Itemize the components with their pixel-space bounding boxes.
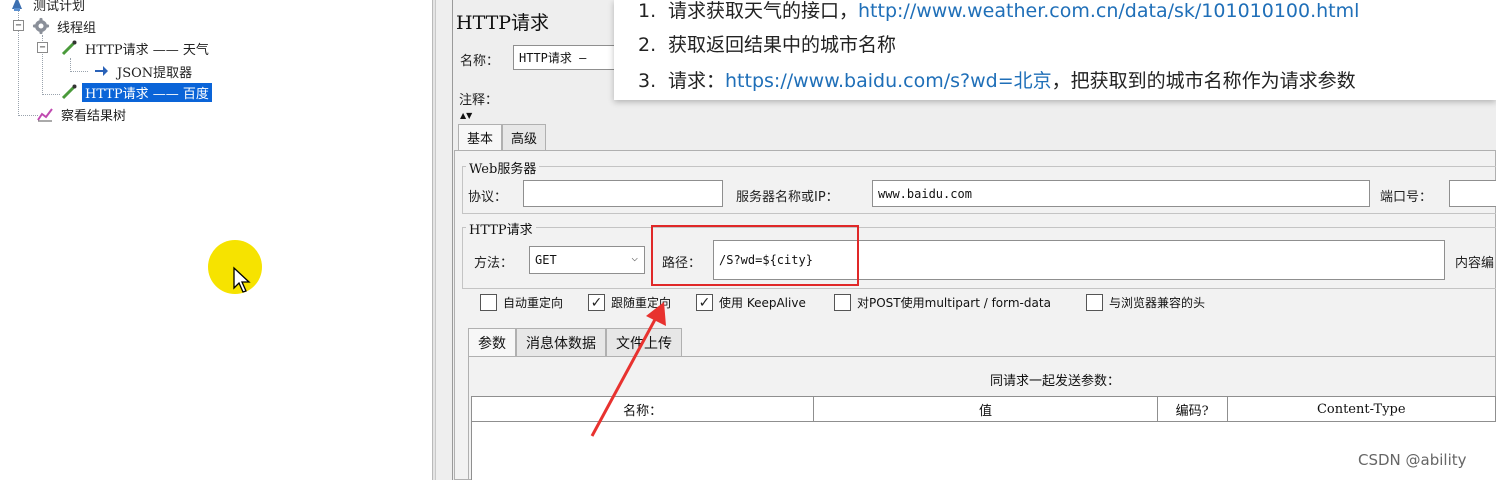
multipart-checkbox[interactable]: 对POST使用multipart / form-data — [834, 294, 1051, 311]
protocol-label: 协议： — [468, 190, 508, 205]
web-server-title: Web服务器 — [466, 158, 540, 177]
server-name-value: www.baidu.com — [878, 186, 972, 201]
port-field[interactable] — [1449, 180, 1496, 207]
baidu-search-link[interactable]: https://www.baidu.com/s?wd=北京 — [725, 70, 1052, 92]
tree-node-http-baidu[interactable]: HTTP请求 —— 百度 — [60, 82, 212, 102]
checkmark-icon: ✓ — [696, 294, 713, 311]
tab-basic[interactable]: 基本 — [458, 124, 503, 150]
method-select[interactable]: GET ⌵ — [529, 246, 645, 274]
params-table-title: 同请求一起发送参数： — [990, 374, 1121, 389]
port-label: 端口号： — [1380, 190, 1433, 205]
instruction-overlay: 1. 请求获取天气的接口，http://www.weather.com.cn/da… — [614, 0, 1496, 100]
checkbox-box — [1086, 294, 1103, 311]
pipette-icon — [61, 40, 77, 56]
tree-node-json-extractor[interactable]: JSON提取器 — [92, 61, 195, 81]
pipette-icon — [61, 84, 77, 100]
mouse-pointer-icon — [233, 266, 251, 293]
checkbox-box — [834, 294, 851, 311]
watermark: CSDN @ability — [1358, 451, 1467, 469]
tree-node-results-tree[interactable]: 察看结果树 — [36, 104, 129, 124]
collapse-arrows-icon[interactable]: ▲▼ — [460, 112, 472, 120]
path-highlight-box — [651, 225, 859, 286]
instruction-line-1: 1. 请求获取天气的接口，http://www.weather.com.cn/da… — [638, 0, 1360, 22]
tree-label-results-tree: 察看结果树 — [61, 108, 127, 124]
tree-connector — [70, 58, 71, 72]
tree-label-json-extractor: JSON提取器 — [117, 65, 193, 81]
instruction-line-3: 3. 请求：https://www.baidu.com/s?wd=北京，把获取到的… — [638, 70, 1356, 92]
http-request-group-title: HTTP请求 — [466, 219, 536, 238]
collapse-toggle-http-weather[interactable]: − — [37, 42, 48, 53]
collapse-toggle-thread-group[interactable]: − — [13, 20, 24, 31]
tab-advanced[interactable]: 高级 — [502, 124, 547, 150]
comment-label: 注释： — [459, 93, 499, 108]
browser-headers-checkbox[interactable]: 与浏览器兼容的头 — [1086, 294, 1205, 311]
column-header-content-type[interactable]: Content-Type — [1228, 397, 1495, 421]
name-field[interactable]: HTTP请求 — — [513, 45, 623, 70]
page-title: HTTP请求 — [456, 12, 550, 34]
content-encoding-label: 内容编 — [1455, 256, 1495, 271]
keepalive-checkbox[interactable]: ✓ 使用 KeepAlive — [696, 294, 806, 311]
tree-connector — [42, 94, 60, 95]
annotation-arrow-icon — [590, 302, 666, 437]
tree-node-test-plan[interactable]: 测试计划 — [8, 0, 88, 14]
config-tabs: 基本 高级 — [458, 124, 547, 150]
tree-label-thread-group: 线程组 — [57, 20, 97, 36]
tree-connector — [18, 24, 19, 116]
server-name-field[interactable]: www.baidu.com — [872, 180, 1370, 207]
auto-redirect-checkbox[interactable]: 自动重定向 — [480, 294, 563, 311]
column-header-encode[interactable]: 编码? — [1158, 397, 1228, 421]
tab-params[interactable]: 参数 — [468, 328, 516, 356]
chart-icon — [37, 108, 53, 122]
test-plan-icon — [12, 0, 22, 11]
column-header-value[interactable]: 值 — [814, 397, 1158, 421]
instruction-line-2: 2. 获取返回结果中的城市名称 — [638, 34, 897, 56]
gear-icon — [32, 17, 50, 35]
name-value: HTTP请求 — — [519, 51, 587, 65]
tree-label-test-plan: 测试计划 — [33, 0, 86, 14]
method-label: 方法： — [474, 256, 514, 271]
server-label: 服务器名称或IP： — [736, 190, 839, 205]
chevron-down-icon: ⌵ — [631, 251, 638, 264]
tree-connector — [70, 71, 88, 72]
tree-label-http-baidu: HTTP请求 —— 百度 — [82, 82, 212, 102]
name-label: 名称： — [460, 54, 500, 69]
weather-api-link[interactable]: http://www.weather.com.cn/data/sk/101010… — [858, 0, 1359, 22]
tree-label-http-weather: HTTP请求 —— 天气 — [85, 42, 209, 58]
tree-node-http-weather[interactable]: HTTP请求 —— 天气 — [60, 38, 212, 58]
checkbox-box — [480, 294, 497, 311]
protocol-field[interactable] — [523, 180, 723, 207]
tree-connector — [18, 115, 38, 116]
arrow-right-icon — [95, 66, 108, 76]
method-value: GET — [535, 253, 557, 267]
tree-node-thread-group[interactable]: 线程组 — [32, 16, 99, 36]
test-plan-tree: 测试计划 − 线程组 − HTTP请求 —— 天气 JSON提取器 HTTP请求… — [0, 0, 432, 480]
